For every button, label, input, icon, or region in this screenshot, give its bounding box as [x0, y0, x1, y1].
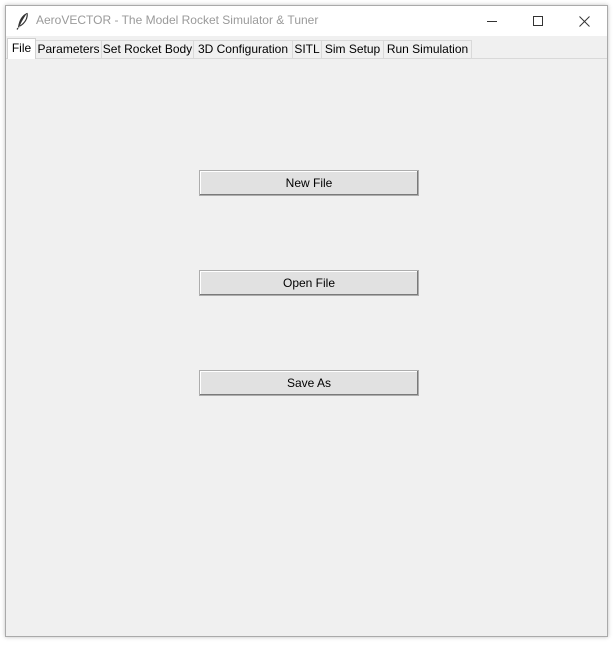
tab-run-simulation[interactable]: Run Simulation — [383, 40, 472, 58]
tab-parameters[interactable]: Parameters — [35, 40, 102, 58]
maximize-icon — [533, 16, 543, 26]
tab-file[interactable]: File — [7, 38, 36, 59]
window-title: AeroVECTOR - The Model Rocket Simulator … — [36, 13, 319, 27]
new-file-button[interactable]: New File — [199, 170, 419, 196]
close-button[interactable] — [561, 6, 607, 36]
minimize-button[interactable] — [469, 6, 515, 36]
maximize-button[interactable] — [515, 6, 561, 36]
tab-sitl[interactable]: SITL — [292, 40, 322, 58]
open-file-button[interactable]: Open File — [199, 270, 419, 296]
save-as-button[interactable]: Save As — [199, 370, 419, 396]
tab-3d-configuration[interactable]: 3D Configuration — [193, 40, 293, 58]
tab-set-rocket-body[interactable]: Set Rocket Body — [101, 40, 194, 58]
feather-icon — [16, 12, 30, 30]
app-window: AeroVECTOR - The Model Rocket Simulator … — [5, 5, 608, 637]
tab-bar: File Parameters Set Rocket Body 3D Confi… — [6, 38, 607, 59]
title-bar[interactable]: AeroVECTOR - The Model Rocket Simulator … — [6, 6, 607, 36]
close-icon — [578, 15, 590, 27]
minimize-icon — [487, 16, 497, 26]
tab-sim-setup[interactable]: Sim Setup — [321, 40, 384, 58]
file-tab-panel: New File Open File Save As — [6, 59, 607, 636]
